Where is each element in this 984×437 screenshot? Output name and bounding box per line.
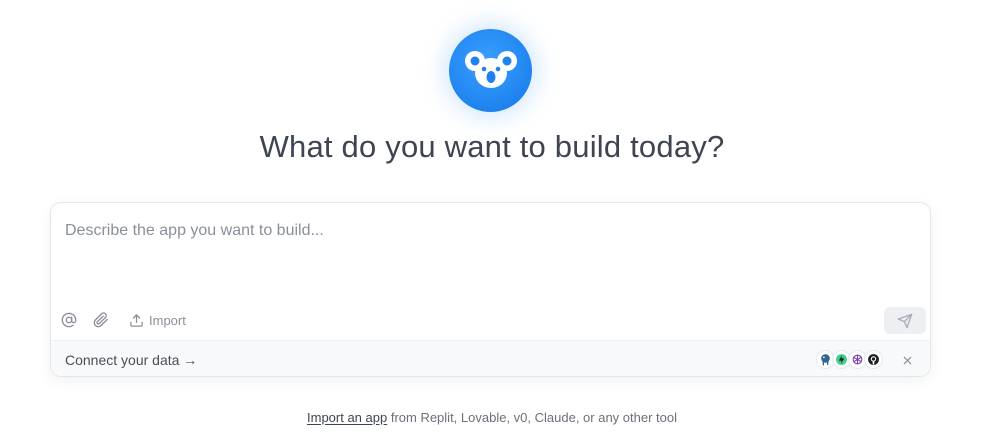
send-button[interactable] [884,307,926,334]
close-connect-bar-button[interactable] [900,353,914,367]
prompt-composer: Import Connect your data → [50,202,931,377]
import-button[interactable]: Import [129,311,186,329]
koala-logo-icon [449,29,532,112]
send-icon [897,313,913,328]
import-label: Import [149,312,186,328]
integration-icons[interactable] [816,350,883,369]
prompt-input[interactable] [65,222,915,302]
connect-data-link[interactable]: Connect your data → [65,352,197,368]
import-app-note-text: from Replit, Lovable, v0, Claude, or any… [387,410,677,425]
at-sign-icon [61,312,77,328]
upload-icon [130,313,143,327]
page-title: What do you want to build today? [259,129,725,164]
mention-button[interactable] [61,311,79,329]
attach-button[interactable] [93,311,111,329]
import-app-link[interactable]: Import an app [307,410,387,425]
github-icon[interactable] [864,350,883,369]
paperclip-icon [93,312,108,328]
connect-data-bar: Connect your data → [51,340,930,376]
import-app-note: Import an app from Replit, Lovable, v0, … [0,410,984,425]
app-logo [449,29,532,112]
close-icon [903,356,911,364]
